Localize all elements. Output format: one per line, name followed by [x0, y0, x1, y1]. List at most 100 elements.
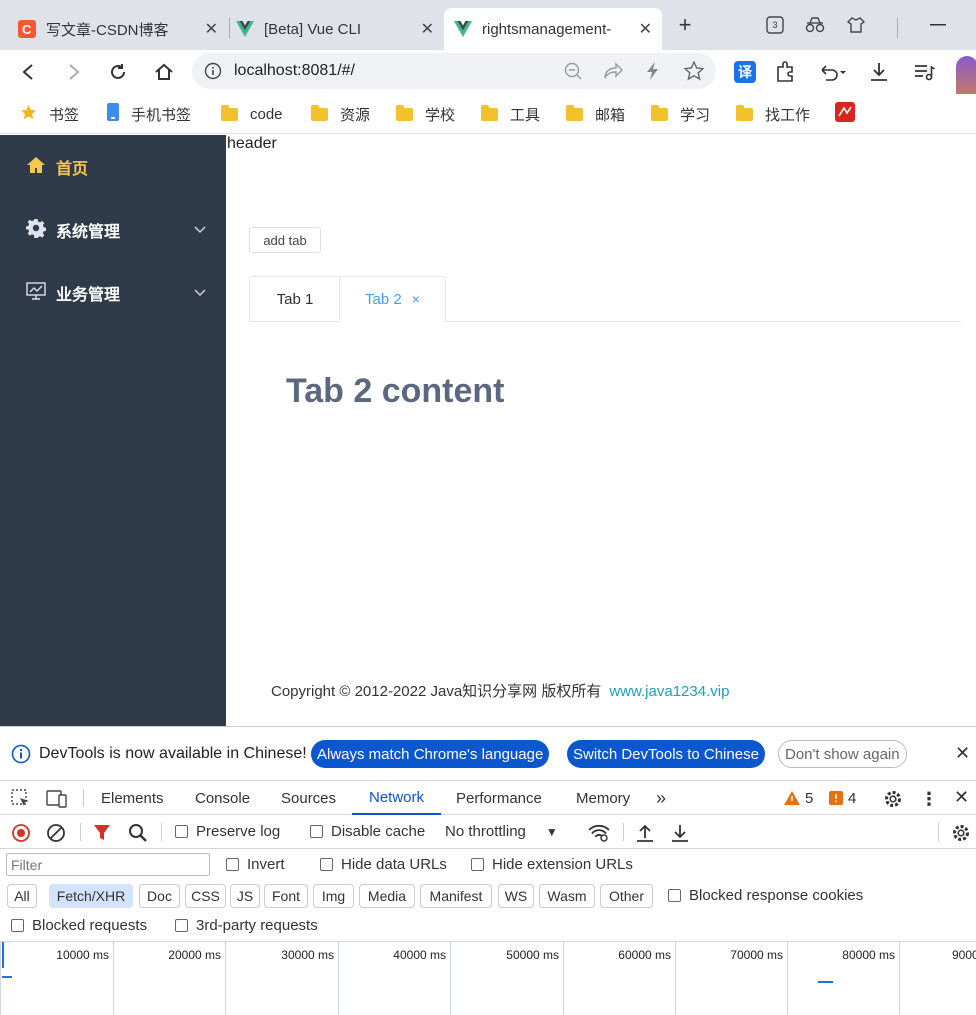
search-icon[interactable] — [128, 823, 148, 846]
shirt-icon[interactable] — [843, 12, 869, 38]
add-tab-button[interactable]: add tab — [249, 227, 321, 253]
lightning-icon[interactable] — [646, 62, 660, 83]
bookmark-folder[interactable]: 找工作 — [736, 102, 810, 126]
zoom-icon[interactable] — [564, 62, 582, 83]
media-icon[interactable] — [913, 61, 935, 86]
bookmark-item[interactable] — [835, 102, 855, 126]
sidebar-item-home[interactable]: 首页 — [26, 155, 206, 179]
close-tab-icon[interactable]: ✕ — [421, 19, 434, 39]
inspect-icon[interactable] — [11, 789, 31, 812]
import-har-icon[interactable] — [635, 823, 655, 846]
address-bar[interactable]: localhost:8081/#/ — [192, 53, 716, 89]
home-icon[interactable] — [150, 58, 178, 86]
filter-doc[interactable]: Doc — [139, 884, 180, 908]
tab-search-icon[interactable]: 3 — [762, 12, 788, 38]
hide-data-urls-checkbox[interactable]: Hide data URLs — [320, 856, 447, 873]
browser-tab-active[interactable]: rightsmanagement- ✕ — [444, 8, 662, 50]
sidebar-item-business[interactable]: 业务管理 — [26, 281, 206, 305]
warnings-badge[interactable]: 5 — [784, 781, 813, 815]
tab-console[interactable]: Console — [195, 781, 250, 815]
tab-elements[interactable]: Elements — [101, 781, 164, 815]
tab-1[interactable]: Tab 1 — [249, 276, 340, 322]
invert-checkbox[interactable]: Invert — [226, 856, 285, 873]
export-har-icon[interactable] — [670, 823, 690, 846]
filter-input[interactable] — [6, 853, 210, 876]
filter-icon[interactable] — [93, 824, 111, 845]
disable-cache-checkbox[interactable]: Disable cache — [310, 823, 425, 840]
checkbox[interactable] — [11, 919, 24, 932]
reload-icon[interactable] — [104, 58, 132, 86]
blocked-requests-checkbox[interactable]: Blocked requests — [11, 917, 147, 934]
incognito-icon[interactable] — [802, 12, 828, 38]
checkbox[interactable] — [226, 858, 239, 871]
footer-link[interactable]: www.java1234.vip — [609, 683, 729, 700]
extensions-icon[interactable] — [775, 61, 797, 86]
bookmark-folder[interactable]: code — [221, 102, 283, 126]
close-icon[interactable]: ✕ — [955, 743, 970, 764]
network-settings-icon[interactable] — [951, 823, 971, 846]
undo-dropdown-icon[interactable] — [818, 61, 848, 86]
browser-tab-vue-cli[interactable]: [Beta] Vue CLI ✕ — [226, 8, 444, 50]
hide-extension-urls-checkbox[interactable]: Hide extension URLs — [471, 856, 633, 873]
filter-font[interactable]: Font — [264, 884, 308, 908]
checkbox[interactable] — [471, 858, 484, 871]
tab-network[interactable]: Network — [352, 781, 441, 815]
filter-media[interactable]: Media — [359, 884, 415, 908]
more-tabs-icon[interactable]: » — [656, 781, 666, 815]
filter-manifest[interactable]: Manifest — [420, 884, 492, 908]
bookmark-folder[interactable]: 邮箱 — [566, 102, 625, 126]
download-icon[interactable] — [868, 61, 890, 86]
tab-memory[interactable]: Memory — [576, 781, 630, 815]
checkbox[interactable] — [175, 825, 188, 838]
settings-gear-icon[interactable] — [883, 789, 903, 812]
close-tab-icon[interactable]: ✕ — [639, 19, 652, 39]
bookmark-item[interactable]: 手机书签 — [107, 102, 191, 126]
more-options-icon[interactable]: ⋮ — [920, 789, 938, 810]
close-devtools-icon[interactable]: ✕ — [954, 787, 969, 808]
throttling-select[interactable]: No throttling ▼ — [445, 823, 558, 840]
match-language-button[interactable]: Always match Chrome's language — [311, 740, 550, 768]
filter-js[interactable]: JS — [230, 884, 260, 908]
issues-badge[interactable]: 4 — [829, 781, 856, 815]
network-timeline[interactable]: 10000 ms 20000 ms 30000 ms 40000 ms 5000… — [0, 941, 976, 1015]
checkbox[interactable] — [668, 889, 681, 902]
device-toolbar-icon[interactable] — [46, 789, 68, 812]
dont-show-button[interactable]: Don't show again — [778, 740, 907, 768]
filter-all[interactable]: All — [7, 884, 37, 908]
tab-sources[interactable]: Sources — [281, 781, 336, 815]
info-icon[interactable] — [204, 62, 222, 83]
blocked-response-cookies-checkbox[interactable]: Blocked response cookies — [668, 887, 863, 904]
url-text[interactable]: localhost:8081/#/ — [234, 62, 355, 80]
switch-chinese-button[interactable]: Switch DevTools to Chinese — [567, 740, 765, 768]
checkbox[interactable] — [320, 858, 333, 871]
forward-icon[interactable] — [60, 58, 88, 86]
bookmark-folder[interactable]: 工具 — [481, 102, 540, 126]
filter-fetch-xhr[interactable]: Fetch/XHR — [49, 884, 133, 908]
record-icon[interactable] — [11, 823, 31, 846]
browser-tab-csdn[interactable]: C 写文章-CSDN博客 ✕ — [8, 8, 228, 50]
filter-ws[interactable]: WS — [498, 884, 534, 908]
bookmark-folder[interactable]: 学校 — [396, 102, 455, 126]
share-icon[interactable] — [604, 62, 624, 83]
checkbox[interactable] — [310, 825, 323, 838]
bookmark-star-icon[interactable] — [683, 60, 705, 84]
tab-performance[interactable]: Performance — [456, 781, 542, 815]
minimize-icon[interactable] — [925, 12, 951, 38]
tab-2[interactable]: Tab 2 × — [339, 276, 446, 322]
clear-icon[interactable] — [46, 823, 66, 846]
filter-wasm[interactable]: Wasm — [539, 884, 595, 908]
third-party-checkbox[interactable]: 3rd-party requests — [175, 917, 318, 934]
checkbox[interactable] — [175, 919, 188, 932]
filter-img[interactable]: Img — [313, 884, 354, 908]
sidebar-item-system[interactable]: 系统管理 — [25, 218, 206, 242]
preserve-log-checkbox[interactable]: Preserve log — [175, 823, 280, 840]
bookmark-folder[interactable]: 学习 — [651, 102, 710, 126]
close-tab-icon[interactable]: ✕ — [205, 19, 218, 39]
back-icon[interactable] — [14, 58, 42, 86]
filter-other[interactable]: Other — [600, 884, 653, 908]
filter-css[interactable]: CSS — [185, 884, 226, 908]
new-tab-icon[interactable]: + — [672, 12, 698, 38]
close-icon[interactable]: × — [412, 291, 420, 307]
translate-icon[interactable]: 译 — [734, 61, 756, 83]
network-conditions-icon[interactable] — [588, 823, 610, 846]
